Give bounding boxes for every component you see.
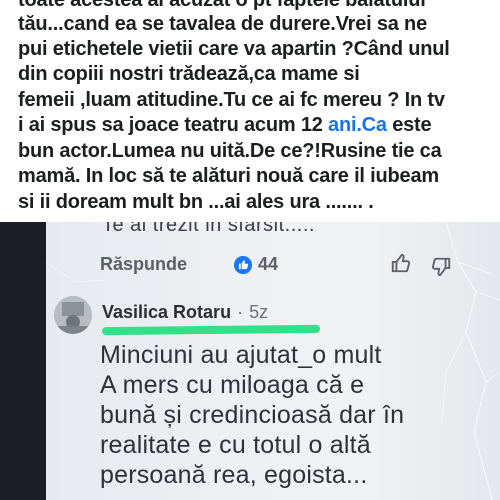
post-link[interactable]: ani.Ca — [328, 114, 387, 136]
post-line-tail: este — [386, 114, 432, 136]
post-line: tău...cand ea se tavalea de durere.Vrei … — [18, 13, 427, 35]
post-text-block: toate acestea al acuzat o pt faptele bal… — [0, 0, 500, 222]
post-line: mamă. In loc să te alături nouă care il … — [18, 165, 439, 187]
post-line: toate acestea al acuzat o pt faptele bal… — [18, 0, 426, 11]
post-line: i ai spus sa joace teatru acum 12 ani.Ca… — [18, 113, 432, 137]
post-line: pui etichetele vietii care va apartin ?C… — [18, 38, 450, 60]
post-line-text: i ai spus sa joace teatru acum 12 — [18, 114, 329, 136]
post-line: si ii doream mult bn ...ai ales ura ....… — [18, 191, 374, 213]
post-line: femeii ,luam atitudine.Tu ce ai fc mereu… — [18, 89, 445, 111]
phone-photo: Te ai trezit in sfarsit..... Răspunde 44… — [0, 222, 500, 500]
screen-crack — [46, 222, 500, 500]
post-line: bun actor.Lumea nu uită.De ce?!Rusine ti… — [18, 140, 442, 162]
post-line: din copiii nostri trădează,ca mame si — [18, 63, 360, 85]
comment-screen: Te ai trezit in sfarsit..... Răspunde 44… — [46, 222, 500, 500]
